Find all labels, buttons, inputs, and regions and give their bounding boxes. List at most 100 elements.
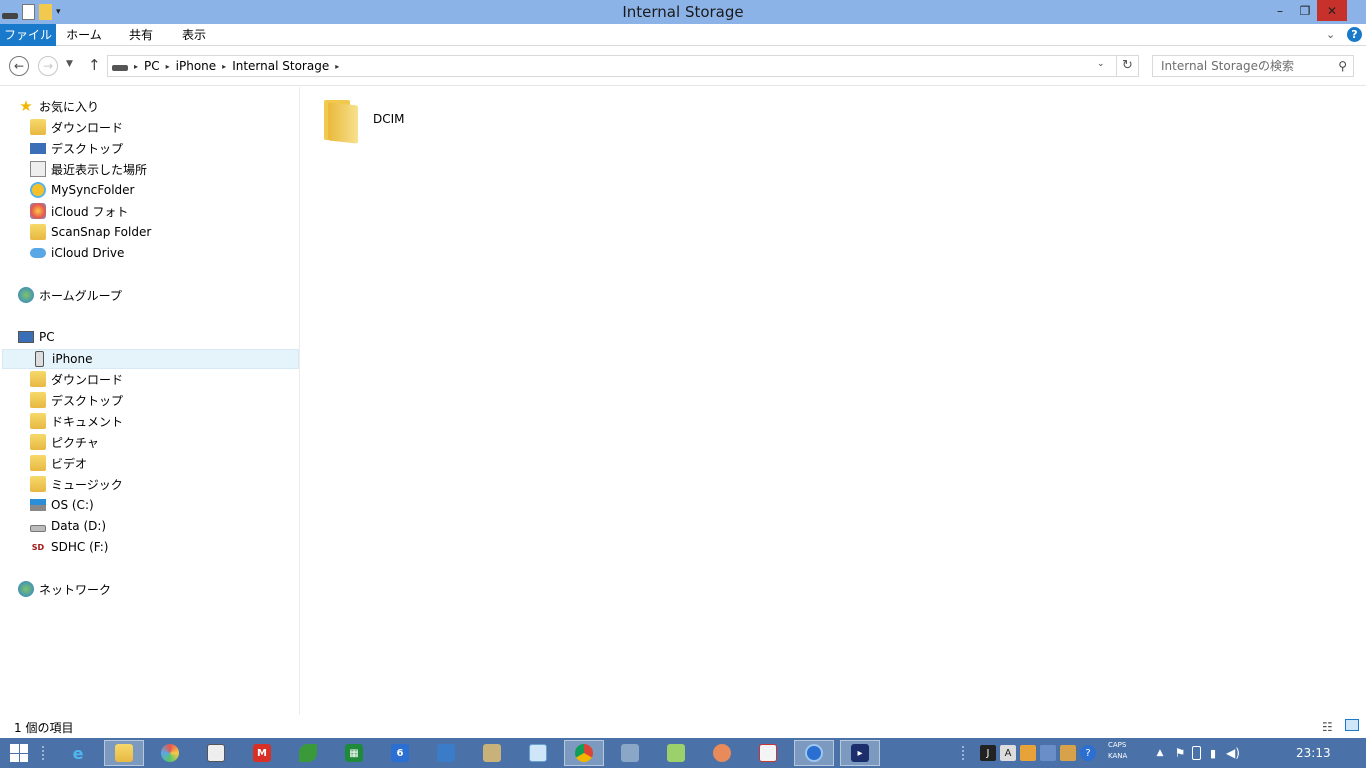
- recent-locations-icon[interactable]: ▼: [66, 59, 73, 69]
- desktop-folder-icon: [30, 392, 46, 408]
- taskbar-globe-app[interactable]: [794, 740, 834, 766]
- show-hidden-icons-icon[interactable]: ▲: [1152, 745, 1168, 761]
- window-title: Internal Storage: [622, 3, 744, 21]
- search-icon[interactable]: ⚲: [1338, 59, 1347, 73]
- ime-icon[interactable]: J: [980, 745, 996, 761]
- tab-file[interactable]: ファイル: [0, 24, 56, 46]
- taskbar-notepad[interactable]: [518, 740, 558, 766]
- tab-share[interactable]: 共有: [120, 24, 162, 46]
- taskbar-excel[interactable]: ▦: [334, 740, 374, 766]
- nav-label: ネットワーク: [39, 582, 112, 597]
- search-input[interactable]: [1153, 56, 1323, 76]
- pictures-folder-icon: [30, 434, 46, 450]
- taskbar-paint[interactable]: [702, 740, 742, 766]
- nav-item-recent-places[interactable]: 最近表示した場所: [30, 159, 147, 179]
- breadcrumb-separator[interactable]: ▸: [335, 62, 339, 71]
- folder-name: DCIM: [373, 112, 405, 126]
- close-button[interactable]: ✕: [1317, 0, 1347, 21]
- nav-item-downloads[interactable]: ダウンロード: [30, 117, 123, 137]
- refresh-button[interactable]: ↻: [1117, 55, 1139, 77]
- nav-network[interactable]: ネットワーク: [18, 579, 111, 599]
- taskbar-chrome[interactable]: [564, 740, 604, 766]
- taskbar-remote[interactable]: [426, 740, 466, 766]
- nav-item-iphone[interactable]: iPhone: [2, 349, 299, 369]
- nav-label: ミュージック: [51, 477, 123, 492]
- taskbar-files-app[interactable]: [656, 740, 696, 766]
- power-icon[interactable]: [1192, 746, 1201, 760]
- up-button[interactable]: ↑: [88, 56, 101, 74]
- nav-item-sdhc-f[interactable]: SD SDHC (F:): [30, 537, 109, 557]
- nav-item-pc-desktop[interactable]: デスクトップ: [30, 390, 123, 410]
- nav-label: SDHC (F:): [51, 540, 109, 554]
- taskbar-leaf-app[interactable]: [288, 740, 328, 766]
- taskbar-doc-app[interactable]: [748, 740, 788, 766]
- tray-box-icon[interactable]: [1060, 745, 1076, 761]
- nav-item-data-d[interactable]: Data (D:): [30, 516, 106, 536]
- breadcrumb-iphone[interactable]: iPhone: [176, 59, 217, 73]
- gmail-icon: M: [253, 744, 271, 762]
- wifi-signal-icon[interactable]: ▮: [1205, 745, 1221, 761]
- file-explorer-icon: [115, 744, 133, 762]
- breadcrumb-internal-storage[interactable]: Internal Storage: [232, 59, 329, 73]
- breadcrumb-pc[interactable]: PC: [144, 59, 160, 73]
- nav-homegroup[interactable]: ホームグループ: [18, 285, 122, 305]
- address-dropdown-icon[interactable]: ⌄: [1097, 59, 1105, 69]
- taskbar: e M ▦ 6 ▸ J A ? CAPS KANA ▲ ⚑ ▮ ◀) 23:13: [0, 738, 1366, 768]
- nav-item-mysyncfolder[interactable]: MySyncFolder: [30, 180, 134, 200]
- taskbar-app-window[interactable]: [196, 740, 236, 766]
- forward-button[interactable]: →: [38, 56, 58, 76]
- start-button[interactable]: [10, 744, 28, 762]
- taskbar-gmail[interactable]: M: [242, 740, 282, 766]
- breadcrumb-separator[interactable]: ▸: [166, 62, 170, 71]
- item-count: 1 個の項目: [14, 721, 74, 735]
- search-box[interactable]: ⚲: [1152, 55, 1354, 77]
- nav-item-icloud-drive[interactable]: iCloud Drive: [30, 243, 124, 263]
- nav-item-videos[interactable]: ビデオ: [30, 453, 87, 473]
- breadcrumb-separator[interactable]: ▸: [222, 62, 226, 71]
- tray-tool-icon[interactable]: [1040, 745, 1056, 761]
- address-bar[interactable]: ▸ PC ▸ iPhone ▸ Internal Storage ▸: [107, 55, 1117, 77]
- nav-item-scansnap-folder[interactable]: ScanSnap Folder: [30, 222, 151, 242]
- nav-item-music[interactable]: ミュージック: [30, 474, 123, 494]
- taskbar-cursor-app[interactable]: ▸: [840, 740, 880, 766]
- nav-item-pictures[interactable]: ピクチャ: [30, 432, 99, 452]
- desktop-icon: [30, 142, 46, 154]
- taskbar-ie[interactable]: e: [58, 740, 98, 766]
- taskbar-network-app[interactable]: [610, 740, 650, 766]
- volume-icon[interactable]: ◀): [1225, 745, 1241, 761]
- network-app-icon: [621, 744, 639, 762]
- action-center-flag-icon[interactable]: ⚑: [1172, 745, 1188, 761]
- icloud-drive-icon: [30, 248, 46, 258]
- clock[interactable]: 23:13: [1296, 746, 1331, 760]
- folder-item-dcim[interactable]: DCIM: [318, 94, 418, 146]
- breadcrumb-separator[interactable]: ▸: [134, 62, 138, 71]
- input-mode-icon[interactable]: A: [1000, 745, 1016, 761]
- restore-button[interactable]: ❐: [1290, 0, 1320, 21]
- tray-app-icon[interactable]: [1020, 745, 1036, 761]
- expand-ribbon-icon[interactable]: ⌄: [1326, 28, 1335, 41]
- details-view-icon[interactable]: ☷: [1322, 720, 1333, 734]
- nav-favorites[interactable]: ★ お気に入り: [18, 96, 99, 116]
- nav-item-pc-downloads[interactable]: ダウンロード: [30, 369, 123, 389]
- taskbar-drive[interactable]: [472, 740, 512, 766]
- back-button[interactable]: ←: [9, 56, 29, 76]
- taskbar-explorer[interactable]: [104, 740, 144, 766]
- icloud-photos-icon: [30, 203, 46, 219]
- nav-label: 最近表示した場所: [51, 162, 148, 177]
- nav-item-os-c[interactable]: OS (C:): [30, 495, 94, 515]
- nav-item-desktop[interactable]: デスクトップ: [30, 138, 123, 158]
- taskbar-photos[interactable]: [150, 740, 190, 766]
- videos-folder-icon: [30, 455, 46, 471]
- downloads-folder-icon: [30, 119, 46, 135]
- caps-kana-indicator[interactable]: CAPS KANA: [1108, 740, 1127, 762]
- large-icons-view-icon[interactable]: [1345, 719, 1359, 731]
- help-icon[interactable]: ?: [1347, 27, 1362, 42]
- tab-view[interactable]: 表示: [172, 24, 216, 46]
- ime-help-icon[interactable]: ?: [1080, 745, 1096, 761]
- nav-item-icloud-photos[interactable]: iCloud フォト: [30, 201, 128, 221]
- taskbar-calendar[interactable]: 6: [380, 740, 420, 766]
- nav-item-documents[interactable]: ドキュメント: [30, 411, 123, 431]
- tab-home[interactable]: ホーム: [60, 24, 108, 46]
- nav-pc[interactable]: PC: [18, 327, 55, 347]
- drive-app-icon: [483, 744, 501, 762]
